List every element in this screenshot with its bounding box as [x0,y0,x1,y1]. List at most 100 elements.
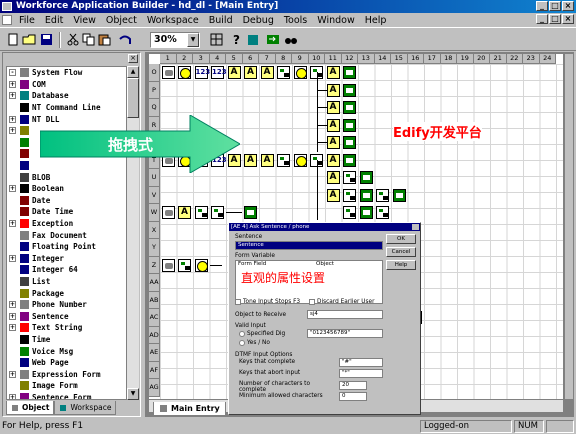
flow-node[interactable] [343,136,356,149]
flow-node[interactable] [343,101,356,114]
new-file-icon[interactable] [6,33,20,46]
specified-field[interactable]: "0123456789" [307,329,383,338]
tree-item[interactable]: + Sentence Form [7,392,126,399]
flow-node[interactable] [178,66,191,79]
tree-item[interactable]: NT Command Line [7,102,126,114]
tree-item[interactable]: List [7,276,126,288]
tree-item[interactable]: + COM [7,79,126,91]
menu-edit[interactable]: Edit [40,15,68,26]
scroll-thumb[interactable] [127,78,139,118]
copy-icon[interactable] [82,33,96,46]
flow-node[interactable] [293,153,307,167]
flow-node[interactable]: 123 [211,66,227,79]
dialog-close-icon[interactable] [412,224,419,230]
tree-item[interactable]: + Sentence [7,310,126,322]
flow-node[interactable]: A [326,153,340,167]
flow-node[interactable] [343,153,356,167]
tree-item[interactable]: Voice Msg [7,345,126,357]
tree-item[interactable]: BLOB [7,171,126,183]
flow-node[interactable] [343,83,356,97]
flow-node[interactable] [343,206,356,219]
menu-help[interactable]: Help [360,15,392,26]
expand-icon[interactable]: + [9,220,16,228]
tree-item[interactable]: + Database [7,90,126,102]
sentence-field[interactable]: Sentence [235,241,383,250]
expand-icon[interactable]: + [9,324,16,332]
scroll-down-icon[interactable]: ▼ [127,388,139,400]
expand-icon[interactable]: + [9,254,16,262]
help-question-icon[interactable]: ? [230,33,244,46]
mdi-close-button[interactable]: × [562,14,574,24]
mdi-minimize-button[interactable]: _ [536,14,548,24]
flow-node[interactable] [376,206,389,219]
flow-node[interactable] [343,66,356,79]
cut-icon[interactable] [66,33,80,46]
tree-item[interactable]: Package [7,287,126,299]
open-folder-icon[interactable] [22,33,36,46]
flow-node[interactable] [277,153,290,167]
flow-node[interactable]: A [178,206,191,219]
expand-icon[interactable]: + [9,185,16,193]
menu-tools[interactable]: Tools [279,15,312,26]
tree-item[interactable]: Date [7,195,126,207]
flow-node[interactable] [194,258,208,272]
flow-node[interactable]: A [326,171,340,184]
tree-item[interactable]: + Text String [7,322,126,334]
tree-item[interactable]: - System Flow [7,67,126,79]
flow-node[interactable] [178,258,191,272]
tree-item[interactable]: + Phone Number [7,299,126,311]
flow-node[interactable]: A [326,118,340,132]
cancel-button[interactable]: Cancel [386,247,416,257]
expand-icon[interactable]: + [9,301,16,309]
grid-icon[interactable] [210,33,224,46]
ok-button[interactable]: OK [386,234,416,244]
undo-icon[interactable] [118,33,132,46]
tree-item[interactable]: Fax Document [7,229,126,241]
flow-node[interactable]: A [326,66,340,79]
flow-node[interactable]: A [326,188,340,202]
flow-node[interactable] [359,206,373,219]
tone-input-checkbox[interactable] [235,299,241,305]
expand-icon[interactable]: + [9,370,16,378]
flow-node[interactable]: A [244,66,257,79]
flow-node[interactable] [359,171,373,184]
flow-node[interactable]: A [326,101,340,114]
mdi-restore-button[interactable]: □ [549,14,561,24]
menu-view[interactable]: View [68,15,101,26]
keys-complete-field[interactable]: "#" [339,358,383,367]
specified-radio[interactable] [239,331,245,337]
tree-item[interactable]: Date Time [7,206,126,218]
keys-abort-field[interactable]: "*" [339,369,383,378]
tree-item[interactable]: + Boolean [7,183,126,195]
menu-workspace[interactable]: Workspace [142,15,204,26]
tree-item[interactable]: + Integer [7,253,126,265]
compile-icon[interactable] [246,33,260,46]
panel-close-icon[interactable]: × [128,54,138,63]
flow-node[interactable] [343,118,356,132]
flow-node[interactable] [161,258,175,272]
flow-node[interactable]: 123 [194,66,210,79]
flow-node[interactable]: A [326,136,340,149]
flow-node[interactable] [161,66,175,79]
flow-node[interactable] [293,66,307,79]
collapse-icon[interactable]: - [9,69,16,77]
flow-node[interactable]: A [260,66,274,79]
flow-node[interactable] [392,188,406,202]
maximize-button[interactable]: □ [549,1,561,11]
run-arrow-icon[interactable] [266,33,280,46]
discard-checkbox[interactable] [309,299,315,305]
flow-node[interactable] [194,206,208,219]
tree-item[interactable]: Web Page [7,357,126,369]
minimize-button[interactable]: _ [536,1,548,11]
tree-item[interactable]: Floating Point [7,241,126,253]
tree-item[interactable]: Integer 64 [7,264,126,276]
flow-node[interactable] [343,188,356,202]
flow-node[interactable] [211,206,224,219]
binoculars-icon[interactable] [284,33,298,46]
object-receive-field[interactable]: sj4 [307,310,383,319]
paste-icon[interactable] [98,33,112,46]
expand-icon[interactable]: + [9,92,16,100]
tree-item[interactable]: + Exception [7,218,126,230]
save-icon[interactable] [40,33,54,46]
menu-window[interactable]: Window [312,15,359,26]
